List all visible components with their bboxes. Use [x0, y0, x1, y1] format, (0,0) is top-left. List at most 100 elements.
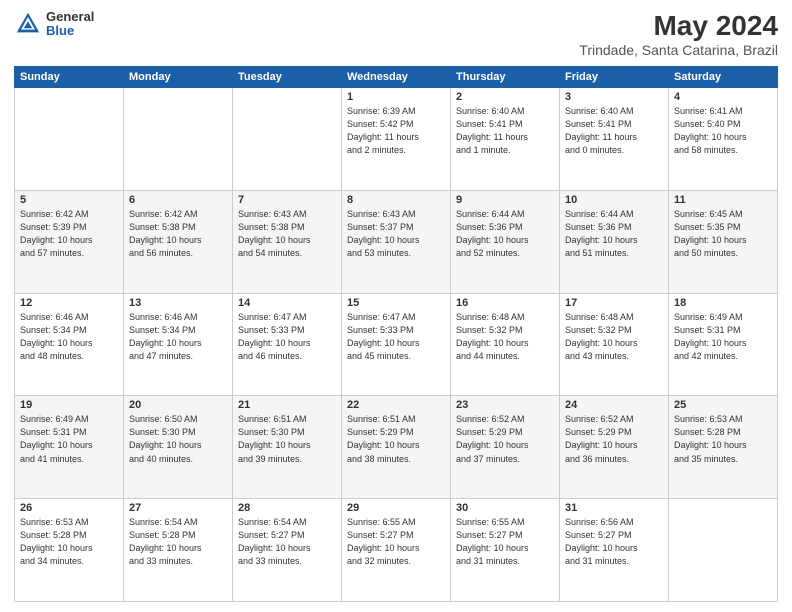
table-row: 27Sunrise: 6:54 AM Sunset: 5:28 PM Dayli… — [124, 499, 233, 602]
table-row: 8 Sunrise: 6:43 AM Sunset: 5:37 PM Daylig… — [342, 190, 451, 293]
day-number: 23 — [456, 399, 554, 411]
table-row: 13 Sunrise: 6:46 AM Sunset: 5:34 PM Dayli… — [124, 293, 233, 396]
day-info: Sunrise: 6:46 AM Sunset: 5:34 PM Dayligh… — [129, 311, 227, 363]
col-saturday: Saturday — [669, 67, 778, 88]
col-friday: Friday — [560, 67, 669, 88]
table-row: 30Sunrise: 6:55 AM Sunset: 5:27 PM Dayli… — [451, 499, 560, 602]
table-row: 5Sunrise: 6:42 AM Sunset: 5:39 PM Daylig… — [15, 190, 124, 293]
day-number: 15 — [347, 297, 445, 309]
day-info: Sunrise: 6:44 AM Sunset: 5:36 PM Dayligh… — [565, 208, 663, 260]
logo-text: General Blue — [46, 10, 94, 39]
day-info: Sunrise: 6:43 AM Sunset: 5:38 PM Dayligh… — [238, 208, 336, 260]
day-number: 12 — [20, 297, 118, 309]
title-section: May 2024 Trindade, Santa Catarina, Brazi… — [579, 10, 778, 58]
day-info: Sunrise: 6:47 AM Sunset: 5:33 PM Dayligh… — [347, 311, 445, 363]
table-row: 20 Sunrise: 6:50 AM Sunset: 5:30 PM Dayli… — [124, 396, 233, 499]
table-row: 7 Sunrise: 6:43 AM Sunset: 5:38 PM Daylig… — [233, 190, 342, 293]
day-number: 14 — [238, 297, 336, 309]
day-number: 7 — [238, 194, 336, 206]
table-row: 23Sunrise: 6:52 AM Sunset: 5:29 PM Dayli… — [451, 396, 560, 499]
day-number: 29 — [347, 502, 445, 514]
table-row: 4Sunrise: 6:41 AM Sunset: 5:40 PM Daylig… — [669, 88, 778, 191]
day-number: 4 — [674, 91, 772, 103]
day-number: 21 — [238, 399, 336, 411]
day-number: 9 — [456, 194, 554, 206]
logo: General Blue — [14, 10, 94, 39]
calendar-week-row: 12 Sunrise: 6:46 AM Sunset: 5:34 PM Dayli… — [15, 293, 778, 396]
day-info: Sunrise: 6:51 AM Sunset: 5:29 PM Dayligh… — [347, 413, 445, 465]
table-row: 15 Sunrise: 6:47 AM Sunset: 5:33 PM Dayli… — [342, 293, 451, 396]
calendar-header-row: Sunday Monday Tuesday Wednesday Thursday… — [15, 67, 778, 88]
day-info: Sunrise: 6:50 AM Sunset: 5:30 PM Dayligh… — [129, 413, 227, 465]
day-info: Sunrise: 6:53 AM Sunset: 5:28 PM Dayligh… — [674, 413, 772, 465]
day-number: 2 — [456, 91, 554, 103]
table-row: 12 Sunrise: 6:46 AM Sunset: 5:34 PM Dayli… — [15, 293, 124, 396]
day-number: 1 — [347, 91, 445, 103]
day-number: 10 — [565, 194, 663, 206]
day-info: Sunrise: 6:39 AM Sunset: 5:42 PM Dayligh… — [347, 105, 445, 157]
day-number: 27 — [129, 502, 227, 514]
table-row — [15, 88, 124, 191]
col-thursday: Thursday — [451, 67, 560, 88]
table-row: 19 Sunrise: 6:49 AM Sunset: 5:31 PM Dayli… — [15, 396, 124, 499]
table-row — [669, 499, 778, 602]
table-row: 9 Sunrise: 6:44 AM Sunset: 5:36 PM Daylig… — [451, 190, 560, 293]
day-number: 13 — [129, 297, 227, 309]
logo-general-text: General — [46, 10, 94, 24]
col-monday: Monday — [124, 67, 233, 88]
calendar: Sunday Monday Tuesday Wednesday Thursday… — [14, 66, 778, 602]
table-row: 24Sunrise: 6:52 AM Sunset: 5:29 PM Dayli… — [560, 396, 669, 499]
subtitle: Trindade, Santa Catarina, Brazil — [579, 42, 778, 58]
table-row: 28Sunrise: 6:54 AM Sunset: 5:27 PM Dayli… — [233, 499, 342, 602]
day-number: 19 — [20, 399, 118, 411]
table-row — [233, 88, 342, 191]
day-number: 16 — [456, 297, 554, 309]
table-row: 25 Sunrise: 6:53 AM Sunset: 5:28 PM Dayli… — [669, 396, 778, 499]
page: General Blue May 2024 Trindade, Santa Ca… — [0, 0, 792, 612]
table-row: 18Sunrise: 6:49 AM Sunset: 5:31 PM Dayli… — [669, 293, 778, 396]
day-info: Sunrise: 6:44 AM Sunset: 5:36 PM Dayligh… — [456, 208, 554, 260]
logo-blue-text: Blue — [46, 24, 94, 38]
day-info: Sunrise: 6:43 AM Sunset: 5:37 PM Dayligh… — [347, 208, 445, 260]
day-info: Sunrise: 6:48 AM Sunset: 5:32 PM Dayligh… — [456, 311, 554, 363]
day-info: Sunrise: 6:53 AM Sunset: 5:28 PM Dayligh… — [20, 516, 118, 568]
day-info: Sunrise: 6:45 AM Sunset: 5:35 PM Dayligh… — [674, 208, 772, 260]
table-row: 26Sunrise: 6:53 AM Sunset: 5:28 PM Dayli… — [15, 499, 124, 602]
day-info: Sunrise: 6:55 AM Sunset: 5:27 PM Dayligh… — [347, 516, 445, 568]
logo-icon — [14, 10, 42, 38]
table-row: 16 Sunrise: 6:48 AM Sunset: 5:32 PM Dayli… — [451, 293, 560, 396]
table-row: 22 Sunrise: 6:51 AM Sunset: 5:29 PM Dayli… — [342, 396, 451, 499]
day-number: 25 — [674, 399, 772, 411]
calendar-week-row: 1 Sunrise: 6:39 AM Sunset: 5:42 PM Daylig… — [15, 88, 778, 191]
day-number: 5 — [20, 194, 118, 206]
day-number: 24 — [565, 399, 663, 411]
table-row: 31Sunrise: 6:56 AM Sunset: 5:27 PM Dayli… — [560, 499, 669, 602]
table-row: 2Sunrise: 6:40 AM Sunset: 5:41 PM Daylig… — [451, 88, 560, 191]
col-tuesday: Tuesday — [233, 67, 342, 88]
col-wednesday: Wednesday — [342, 67, 451, 88]
day-number: 8 — [347, 194, 445, 206]
day-number: 28 — [238, 502, 336, 514]
day-info: Sunrise: 6:40 AM Sunset: 5:41 PM Dayligh… — [565, 105, 663, 157]
day-number: 20 — [129, 399, 227, 411]
table-row — [124, 88, 233, 191]
day-number: 17 — [565, 297, 663, 309]
day-number: 3 — [565, 91, 663, 103]
table-row: 14 Sunrise: 6:47 AM Sunset: 5:33 PM Dayli… — [233, 293, 342, 396]
table-row: 3 Sunrise: 6:40 AM Sunset: 5:41 PM Daylig… — [560, 88, 669, 191]
table-row: 17 Sunrise: 6:48 AM Sunset: 5:32 PM Dayli… — [560, 293, 669, 396]
table-row: 6Sunrise: 6:42 AM Sunset: 5:38 PM Daylig… — [124, 190, 233, 293]
main-title: May 2024 — [579, 10, 778, 42]
header: General Blue May 2024 Trindade, Santa Ca… — [14, 10, 778, 58]
calendar-week-row: 26Sunrise: 6:53 AM Sunset: 5:28 PM Dayli… — [15, 499, 778, 602]
day-info: Sunrise: 6:51 AM Sunset: 5:30 PM Dayligh… — [238, 413, 336, 465]
day-info: Sunrise: 6:49 AM Sunset: 5:31 PM Dayligh… — [674, 311, 772, 363]
day-info: Sunrise: 6:48 AM Sunset: 5:32 PM Dayligh… — [565, 311, 663, 363]
day-info: Sunrise: 6:46 AM Sunset: 5:34 PM Dayligh… — [20, 311, 118, 363]
table-row: 10 Sunrise: 6:44 AM Sunset: 5:36 PM Dayli… — [560, 190, 669, 293]
calendar-week-row: 19 Sunrise: 6:49 AM Sunset: 5:31 PM Dayli… — [15, 396, 778, 499]
day-number: 30 — [456, 502, 554, 514]
day-info: Sunrise: 6:49 AM Sunset: 5:31 PM Dayligh… — [20, 413, 118, 465]
day-info: Sunrise: 6:47 AM Sunset: 5:33 PM Dayligh… — [238, 311, 336, 363]
day-number: 22 — [347, 399, 445, 411]
